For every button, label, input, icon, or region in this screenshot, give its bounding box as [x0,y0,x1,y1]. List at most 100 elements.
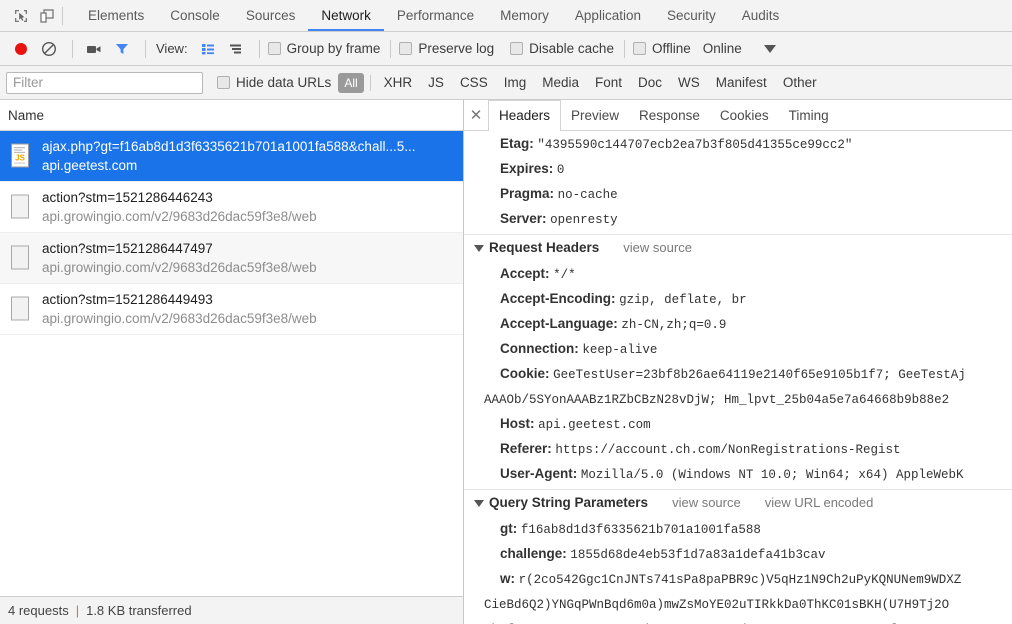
view-url-encoded-link[interactable]: view URL encoded [765,493,874,513]
header-key: Expires: [500,161,554,176]
close-icon[interactable]: ✕ [464,100,488,130]
table-row[interactable]: action?stm=1521286446243 api.growingio.c… [0,182,463,233]
header-row: Cookie: GeeTestUser=23bf8b26ae64119e2140… [464,362,1012,387]
param-key: challenge: [500,546,567,561]
detail-tab-label: Preview [571,107,620,123]
table-row[interactable]: action?stm=1521286449493 api.growingio.c… [0,284,463,335]
type-filter-manifest[interactable]: Manifest [709,73,774,92]
header-value: api.geetest.com [538,418,651,432]
tab-headers[interactable]: Headers [488,100,562,131]
disable-cache-checkbox[interactable]: Disable cache [510,41,614,56]
type-filter-doc[interactable]: Doc [631,73,669,92]
hide-data-urls-checkbox[interactable]: Hide data URLs [217,75,331,90]
preserve-log-label: Preserve log [418,41,495,56]
request-domain: api.growingio.com/v2/9683d26dac59f3e8/we… [42,209,317,224]
header-row: Referer: https://account.ch.com/NonRegis… [464,437,1012,462]
resource-type-filters: All XHR JS CSS Img Media Font Doc WS Man… [337,72,824,93]
request-name: action?stm=1521286447497 [42,241,213,256]
view-source-link[interactable]: view source [623,238,692,258]
tabbar-icon-group [0,0,75,31]
detail-tab-label: Headers [499,108,551,123]
header-value: AAAOb/5SYonAAABz1RZbCBzN28vDjW; Hm_lpvt_… [484,393,950,407]
checkbox-box [510,42,524,55]
device-toolbar-icon[interactable] [34,3,60,29]
throttling-value[interactable]: Online [703,41,742,56]
header-key: Etag: [500,136,534,151]
triangle-down-icon [474,499,484,507]
tab-application[interactable]: Application [562,0,654,31]
toolbar-divider-5 [623,39,625,58]
tab-label: Network [321,8,371,23]
type-filter-xhr[interactable]: XHR [377,73,420,92]
offline-checkbox[interactable]: Offline [632,41,691,56]
section-title: Query String Parameters [489,495,649,510]
table-row[interactable]: action?stm=1521286447497 api.growingio.c… [0,233,463,284]
filter-input[interactable] [6,71,203,94]
tab-network[interactable]: Network [308,0,384,31]
table-row[interactable]: JS ajax.php?gt=f16ab8d1d3f6335621b701a10… [0,131,463,182]
type-filter-js[interactable]: JS [421,73,451,92]
request-headers-rows: Accept: */* Accept-Encoding: gzip, defla… [464,261,1012,487]
type-filter-css[interactable]: CSS [453,73,495,92]
header-row: Host: api.geetest.com [464,412,1012,437]
waterfall-view-icon[interactable] [223,36,249,62]
toolbar-divider-2 [145,39,146,58]
transferred-size: 1.8 KB transferred [86,603,192,618]
section-title: Request Headers [489,240,600,255]
request-headers-section-toggle[interactable]: Request Headers view source [464,234,1012,261]
tab-memory[interactable]: Memory [487,0,562,31]
type-filter-font[interactable]: Font [588,73,629,92]
tab-performance[interactable]: Performance [384,0,487,31]
header-value: 0 [556,163,565,177]
tab-response[interactable]: Response [629,100,710,130]
header-value: zh-CN,zh;q=0.9 [621,318,727,332]
type-filter-img[interactable]: Img [497,73,534,92]
generic-file-icon [8,296,34,322]
inspect-element-icon[interactable] [8,3,34,29]
view-source-link[interactable]: view source [672,493,741,513]
type-filter-all[interactable]: All [338,72,364,93]
tab-audits[interactable]: Audits [729,0,793,31]
network-status-bar: 4 requests | 1.8 KB transferred [0,596,463,624]
request-details-pane: ✕ Headers Preview Response Cookies Timin… [464,100,1012,624]
param-row-continuation: CieBd6Q2)YNGqPWnBqd6m0a)mwZsMoYE02uTIRkk… [464,592,1012,617]
type-filter-ws[interactable]: WS [671,73,707,92]
tab-cookies[interactable]: Cookies [710,100,779,130]
header-value: */* [553,268,576,282]
header-key: Host: [500,416,535,431]
request-list-header: Name [0,100,463,131]
header-value: "4395590c144707ecb2ea7b3f805d41355ce99cc… [537,138,853,152]
clear-prohibited-icon[interactable] [36,36,62,62]
record-circle-icon[interactable] [8,36,34,62]
header-row: Accept: */* [464,262,1012,287]
request-list-pane: Name JS ajax.php?gt=f16ab8d1d3f6335621b7… [0,100,464,624]
tab-console[interactable]: Console [157,0,233,31]
network-toolbar: View: Group by frame Preserve log Disabl… [0,32,1012,66]
tab-timing[interactable]: Timing [779,100,839,130]
preserve-log-checkbox[interactable]: Preserve log [399,41,494,56]
headers-content: Etag: "4395590c144707ecb2ea7b3f805d41355… [464,131,1012,624]
chevron-down-icon[interactable] [763,44,776,53]
toolbar-divider [72,39,73,58]
status-divider: | [75,603,80,618]
generic-file-icon [8,194,34,220]
camera-icon[interactable] [81,36,107,62]
type-filter-media[interactable]: Media [535,73,586,92]
funnel-icon[interactable] [109,36,135,62]
type-divider [369,74,371,91]
param-row: gt: f16ab8d1d3f6335621b701a1001fa588 [464,517,1012,542]
header-value: GeeTestUser=23bf8b26ae64119e2140f65e9105… [553,368,966,382]
tab-security[interactable]: Security [654,0,729,31]
tab-sources[interactable]: Sources [233,0,309,31]
view-label: View: [156,41,188,56]
group-by-frame-checkbox[interactable]: Group by frame [267,41,380,56]
detail-tab-label: Cookies [719,107,769,123]
list-view-icon[interactable] [195,36,221,62]
tab-label: Memory [500,8,549,23]
tab-preview[interactable]: Preview [561,100,629,130]
type-filter-other[interactable]: Other [776,73,824,92]
query-string-section-toggle[interactable]: Query String Parameters view source view… [464,489,1012,516]
devtools-tab-list: Elements Console Sources Network Perform… [75,0,792,31]
tab-elements[interactable]: Elements [75,0,157,31]
filter-bar: Hide data URLs All XHR JS CSS Img Media … [0,66,1012,100]
